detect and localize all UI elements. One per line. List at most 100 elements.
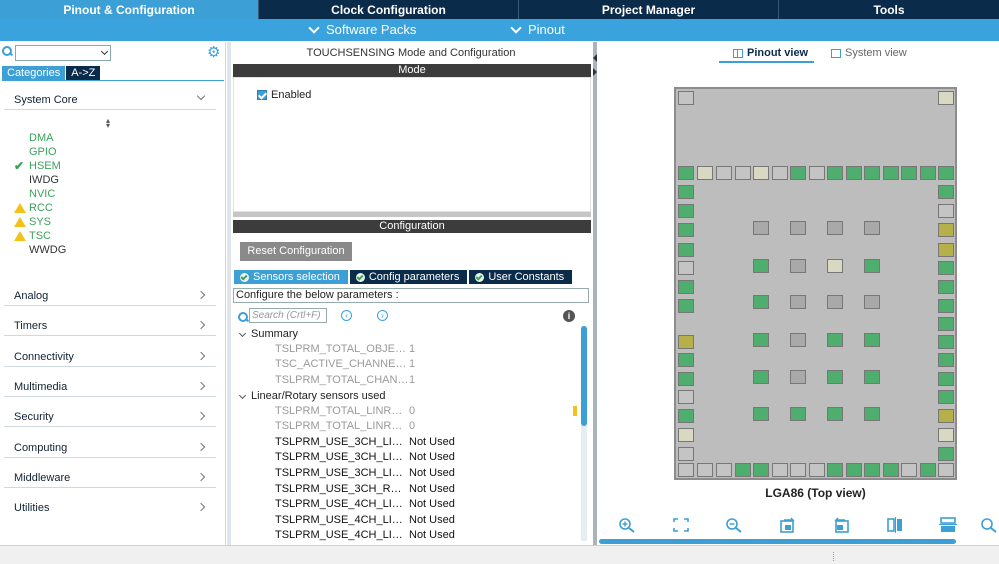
parameter-search-input[interactable]: Search (Crtl+F) [249, 308, 327, 323]
group-analog[interactable]: Analog [4, 286, 216, 306]
param-row[interactable]: TSLPRM_USE_3CH_LIN_M1 Not Used [275, 435, 455, 450]
pin-pad[interactable] [678, 353, 694, 367]
pin-pad[interactable] [753, 221, 769, 235]
pin-pad[interactable] [938, 204, 954, 218]
info-icon[interactable]: i [563, 310, 575, 322]
tab-user-constants[interactable]: User Constants [469, 270, 573, 284]
pin-pad[interactable] [790, 370, 806, 384]
flip-horizontal-icon[interactable] [886, 517, 904, 533]
zoom-out-icon[interactable] [725, 517, 743, 533]
pin-pad[interactable] [678, 185, 694, 199]
pin-pad[interactable] [864, 166, 880, 180]
tab-a-to-z[interactable]: A->Z [66, 66, 101, 80]
pin-pad[interactable] [846, 463, 862, 477]
pin-pad[interactable] [901, 166, 917, 180]
pin-pad[interactable] [790, 259, 806, 273]
pin-pad[interactable] [938, 317, 954, 331]
pin-pad[interactable] [678, 409, 694, 423]
pin-pad[interactable] [920, 463, 936, 477]
next-result-icon[interactable]: › [377, 310, 388, 321]
group-computing[interactable]: Computing [4, 438, 216, 458]
horizontal-scrollbar[interactable] [599, 539, 956, 544]
pin-pad[interactable] [753, 463, 769, 477]
tab-categories[interactable]: Categories [2, 66, 66, 80]
pin-pad[interactable] [678, 390, 694, 404]
pin-pad[interactable] [678, 243, 694, 257]
pin-pad[interactable] [678, 261, 694, 275]
category-search-input[interactable] [15, 45, 111, 61]
pin-pad[interactable] [809, 166, 825, 180]
pin-pad[interactable] [938, 447, 954, 461]
pin-pad[interactable] [883, 166, 899, 180]
pin-pad[interactable] [827, 407, 843, 421]
pin-pad[interactable] [753, 166, 769, 180]
tab-system-view[interactable]: System view [831, 47, 907, 59]
pin-pad[interactable] [735, 463, 751, 477]
pin-pad[interactable] [790, 407, 806, 421]
zoom-in-icon[interactable] [618, 517, 636, 533]
pin-pad[interactable] [920, 166, 936, 180]
pin-pad[interactable] [827, 295, 843, 309]
reset-configuration-button[interactable]: Reset Configuration [240, 242, 352, 261]
group-security[interactable]: Security [4, 407, 216, 427]
sort-arrows-icon[interactable]: ▴ ▾ [106, 117, 110, 130]
group-connectivity[interactable]: Connectivity [4, 347, 216, 367]
pin-pad[interactable] [678, 447, 694, 461]
tab-config-parameters[interactable]: Config parameters [349, 270, 468, 284]
pin-pad[interactable] [809, 463, 825, 477]
param-row[interactable]: TSLPRM_USE_4CH_LIN_M2 Not Used [275, 513, 455, 528]
pin-pad[interactable] [753, 407, 769, 421]
pin-pad[interactable] [827, 370, 843, 384]
tab-sensors-selection[interactable]: Sensors selection [234, 270, 348, 284]
pin-pad[interactable] [735, 166, 751, 180]
param-row[interactable]: TSLPRM_USE_3CH_LIN_M2 Not Used [275, 450, 455, 465]
pin-pad[interactable] [790, 166, 806, 180]
pin-pad[interactable] [938, 428, 954, 442]
pin-pad[interactable] [772, 166, 788, 180]
tree-group-summary[interactable]: Summary [233, 327, 298, 342]
pin-pad[interactable] [678, 280, 694, 294]
pin-pad[interactable] [938, 261, 954, 275]
param-row[interactable]: TSLPRM_USE_4CH_LIN_H Not Used [275, 528, 455, 543]
pin-pad[interactable] [678, 204, 694, 218]
pin-pad[interactable] [938, 390, 954, 404]
pin-pad[interactable] [678, 428, 694, 442]
pin-pad[interactable] [790, 333, 806, 347]
pin-pad[interactable] [697, 166, 713, 180]
tab-clock-configuration[interactable]: Clock Configuration [259, 0, 519, 19]
pin-pad[interactable] [883, 463, 899, 477]
pin-pad[interactable] [938, 243, 954, 257]
pin-pad[interactable] [846, 166, 862, 180]
param-row[interactable]: TSLPRM_TOTAL_OBJECTS 1 [275, 342, 415, 357]
pin-pad[interactable] [938, 372, 954, 386]
search-icon[interactable] [2, 46, 12, 56]
group-system-core[interactable]: System Core [4, 90, 216, 110]
pin-pad[interactable] [938, 223, 954, 237]
rotate-left-icon[interactable] [832, 517, 850, 533]
pin-pad[interactable] [790, 463, 806, 477]
group-middleware[interactable]: Middleware [4, 468, 216, 488]
param-row[interactable]: TSLPRM_USE_4CH_LIN_M1 Not Used [275, 497, 455, 512]
pin-pad[interactable] [678, 372, 694, 386]
pin-pad[interactable] [938, 353, 954, 367]
divider[interactable] [233, 212, 591, 217]
group-multimedia[interactable]: Multimedia [4, 377, 216, 397]
param-row[interactable]: TSLPRM_TOTAL_LINROTS 0 [275, 404, 415, 419]
previous-result-icon[interactable]: ‹ [341, 310, 352, 321]
tab-pinout-view[interactable]: Pinout view [733, 47, 808, 59]
pin-pad[interactable] [697, 463, 713, 477]
pin-pad[interactable] [678, 223, 694, 237]
param-row[interactable]: TSC_ACTIVE_CHANNELS ... 1 [275, 357, 415, 372]
pin-pad[interactable] [827, 463, 843, 477]
group-utilities[interactable]: Utilities [4, 498, 216, 518]
chevron-down-icon[interactable] [100, 47, 109, 56]
pin-pad[interactable] [864, 463, 880, 477]
tree-group-linear-rotary[interactable]: Linear/Rotary sensors used [233, 389, 386, 404]
pin-pad[interactable] [938, 280, 954, 294]
vertical-scrollbar[interactable] [573, 326, 587, 541]
param-row[interactable]: TSLPRM_USE_3CH_LIN_H Not Used [275, 466, 455, 481]
tab-pinout-configuration[interactable]: Pinout & Configuration [0, 0, 259, 19]
pin-pad[interactable] [864, 333, 880, 347]
pin-pad[interactable] [716, 166, 732, 180]
gear-icon[interactable]: ⚙ [207, 45, 222, 60]
